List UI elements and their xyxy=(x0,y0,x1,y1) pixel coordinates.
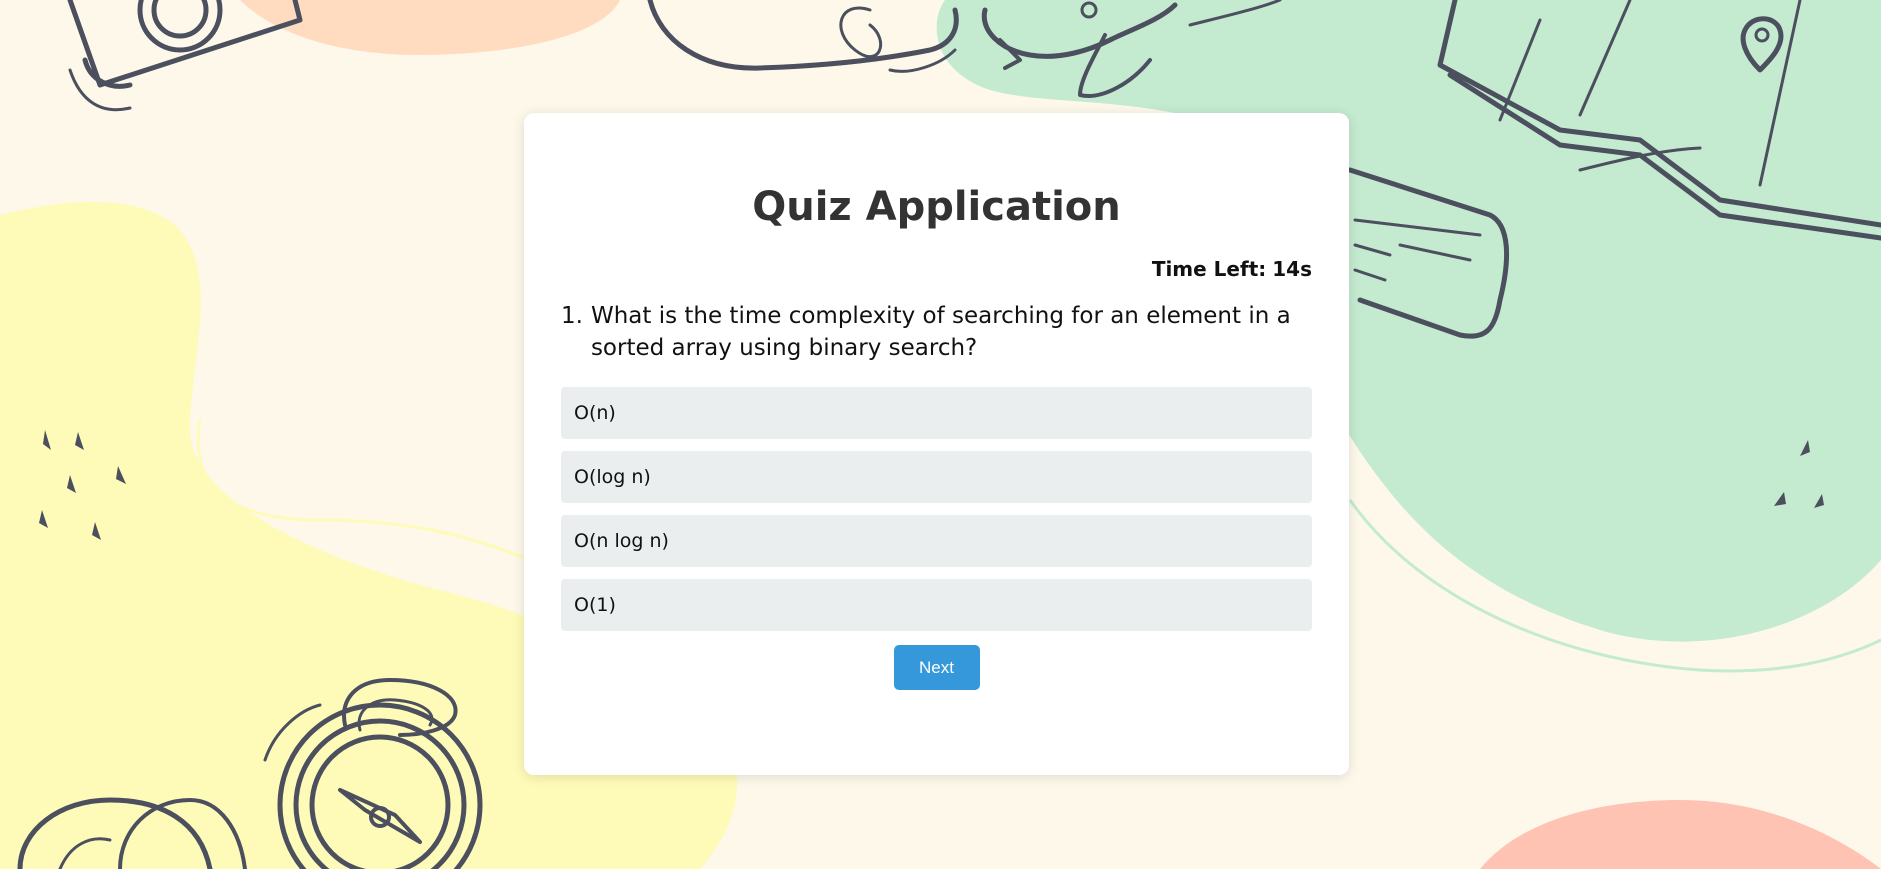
actions-row: Next xyxy=(561,645,1312,690)
blob-salmon xyxy=(1480,800,1881,869)
question-number: 1. xyxy=(561,303,583,329)
answer-option[interactable]: O(1) xyxy=(561,579,1312,631)
next-button[interactable]: Next xyxy=(893,645,980,690)
answer-option[interactable]: O(n log n) xyxy=(561,515,1312,567)
page-title: Quiz Application xyxy=(752,184,1121,230)
question-text: What is the time complexity of searching… xyxy=(590,303,1291,361)
answer-option-label: O(1) xyxy=(574,594,616,616)
answer-option[interactable]: O(n) xyxy=(561,387,1312,439)
timer-value: 14s xyxy=(1272,257,1312,281)
timer: Time Left: 14s xyxy=(561,256,1312,282)
quiz-card: Quiz Application Time Left: 14s 1. What i… xyxy=(524,113,1349,775)
answer-option[interactable]: O(log n) xyxy=(561,451,1312,503)
answer-option-label: O(log n) xyxy=(574,466,651,488)
answer-option-label: O(n) xyxy=(574,402,616,424)
question-text-block: 1. What is the time complexity of search… xyxy=(561,300,1312,364)
timer-label: Time Left: xyxy=(1151,257,1267,281)
answer-options: O(n) O(log n) O(n log n) O(1) xyxy=(561,387,1312,631)
answer-option-label: O(n log n) xyxy=(574,530,669,552)
